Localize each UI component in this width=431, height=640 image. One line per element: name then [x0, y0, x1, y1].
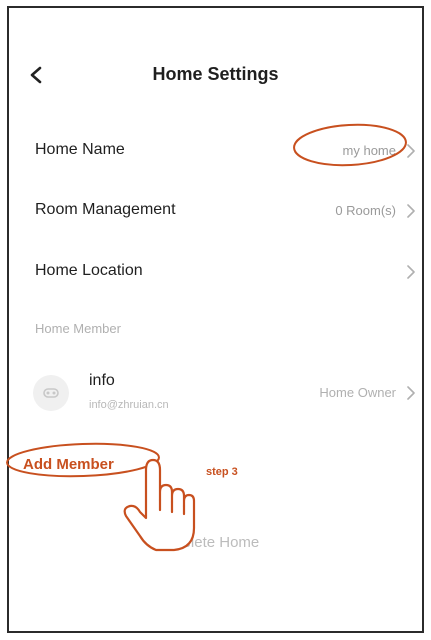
add-member-button[interactable]: Add Member — [23, 456, 114, 473]
header: Home Settings — [9, 60, 422, 90]
page-title: Home Settings — [152, 64, 279, 84]
member-role: Home Owner — [319, 385, 396, 400]
member-avatar-icon — [43, 388, 59, 398]
home-location-label: Home Location — [35, 262, 143, 279]
step-annotation: step 3 — [206, 466, 238, 478]
avatar — [33, 375, 69, 411]
chevron-right-icon — [407, 386, 415, 400]
member-name: info — [89, 372, 115, 389]
chevron-right-icon — [407, 204, 415, 218]
home-name-value: my home — [342, 143, 396, 158]
chevron-right-icon — [407, 144, 415, 158]
room-management-row[interactable]: Room Management 0 Room(s) — [9, 197, 422, 225]
room-count-value: 0 Room(s) — [335, 203, 396, 218]
room-management-label: Room Management — [35, 201, 176, 218]
home-name-label: Home Name — [35, 141, 125, 158]
delete-home-button[interactable]: Delete Home — [9, 534, 422, 551]
home-name-row[interactable]: Home Name my home — [9, 137, 422, 165]
home-member-section-label: Home Member — [35, 321, 121, 336]
home-location-row[interactable]: Home Location — [9, 258, 422, 286]
chevron-right-icon — [407, 265, 415, 279]
phone-screen: Home Settings Home Name my home Room Man… — [7, 6, 424, 633]
member-email: info@zhruian.cn — [89, 399, 169, 411]
